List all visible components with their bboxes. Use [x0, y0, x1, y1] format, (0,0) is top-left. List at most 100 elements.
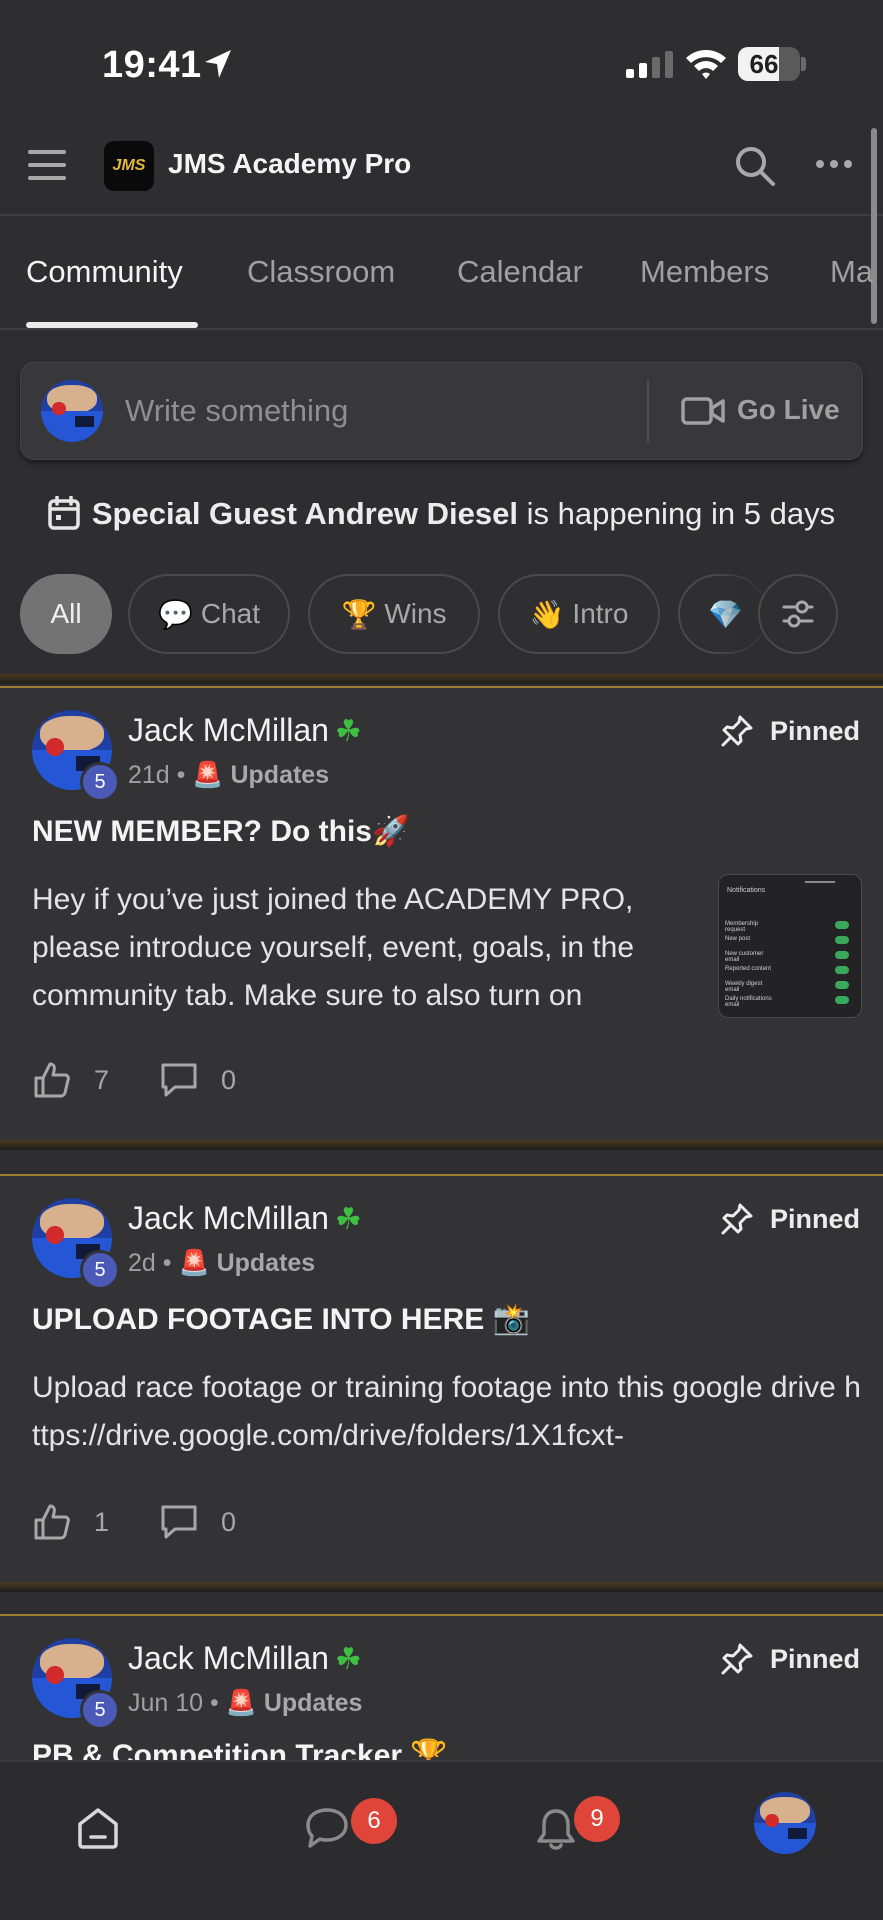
chat-icon[interactable] [304, 1806, 350, 1850]
pin-icon [721, 1643, 753, 1675]
tab-classroom[interactable]: Classroom [247, 254, 395, 290]
go-live-button[interactable]: Go Live [737, 394, 840, 426]
filter-label: Intro [572, 598, 629, 629]
post-meta: 2d • 🚨 Updates [128, 1249, 316, 1277]
author-name[interactable]: Jack McMillan ☘ [128, 712, 362, 749]
bell-icon[interactable] [534, 1806, 578, 1852]
event-name: Special Guest Andrew Diesel [91, 496, 518, 531]
thumbs-up-icon[interactable] [32, 1060, 72, 1100]
wifi-icon [686, 50, 726, 79]
author-name-text: Jack McMillan [128, 1640, 329, 1676]
tab-community[interactable]: Community [26, 254, 183, 290]
filter-all[interactable]: All [20, 574, 112, 654]
filter-label: All [50, 598, 82, 629]
video-camera-icon [681, 397, 725, 425]
pin-icon [721, 715, 753, 747]
thumbs-up-icon[interactable] [32, 1502, 72, 1542]
active-tab-indicator [26, 322, 198, 328]
comment-icon[interactable] [159, 1061, 199, 1099]
app-header: JMS JMS Academy Pro [0, 120, 883, 216]
pin-icon [721, 1203, 753, 1235]
user-avatar [41, 380, 103, 442]
post-thumbnail[interactable]: Notifications Membership request New pos… [718, 874, 862, 1018]
post-card[interactable]: 5 Jack McMillan ☘ Jun 10 • 🚨 Updates Pinn… [0, 1616, 883, 1760]
status-bar: 19:41 66 [0, 0, 883, 120]
write-something-input[interactable]: Write something [125, 393, 348, 429]
author-name-text: Jack McMillan [128, 712, 329, 748]
post-category[interactable]: Updates [264, 1689, 363, 1717]
feed-separator [0, 1582, 883, 1592]
post-card[interactable]: 5 Jack McMillan ☘ 2d • 🚨 Updates Pinned U… [0, 1176, 883, 1582]
post-title[interactable]: NEW MEMBER? Do this🚀 [32, 814, 409, 849]
feed-separator [0, 674, 883, 684]
group-title[interactable]: JMS Academy Pro [168, 148, 411, 180]
calendar-icon [48, 496, 80, 530]
trophy-emoji-icon: 🏆 [341, 598, 377, 630]
post-time: Jun 10 [128, 1689, 204, 1717]
post-card[interactable]: 5 Jack McMillan ☘ 21d • 🚨 Updates Pinned … [0, 688, 883, 1140]
notifications-badge: 9 [574, 1796, 620, 1842]
thumbnail-row: Reported content [725, 966, 855, 974]
thumbnail-row: New post [725, 936, 855, 944]
post-category[interactable]: Updates [217, 1249, 316, 1277]
clover-icon: ☘ [334, 1643, 362, 1676]
filter-wins[interactable]: 🏆 Wins [308, 574, 480, 654]
upcoming-event-banner[interactable]: Special Guest Andrew Diesel is happening… [0, 496, 883, 540]
level-badge: 5 [80, 1250, 120, 1290]
author-name[interactable]: Jack McMillan ☘ [128, 1640, 362, 1677]
clover-icon: ☘ [334, 1203, 362, 1236]
thumbnail-row: Membership request [725, 921, 855, 933]
tab-calendar[interactable]: Calendar [457, 254, 583, 290]
level-badge: 5 [80, 762, 120, 802]
comment-count: 0 [221, 1064, 237, 1095]
sliders-icon [782, 600, 814, 628]
thumbnail-row: Daily notifications email [725, 996, 855, 1008]
composer-divider [647, 379, 649, 443]
post-composer[interactable]: Write something Go Live [20, 362, 863, 460]
location-arrow-icon [205, 50, 231, 78]
thumbnail-heading: Notifications [727, 887, 766, 894]
bottom-navigation: 6 9 [0, 1760, 883, 1920]
post-actions: 1 0 [32, 1502, 286, 1542]
filter-label: Wins [384, 598, 447, 629]
author-name-text: Jack McMillan [128, 1200, 329, 1236]
chat-badge: 6 [351, 1798, 397, 1844]
siren-icon: 🚨 [225, 1689, 257, 1717]
filter-settings-button[interactable] [758, 574, 838, 654]
battery-cap [801, 57, 806, 71]
group-logo[interactable]: JMS [104, 141, 154, 191]
level-badge: 5 [80, 1690, 120, 1730]
tab-members[interactable]: Members [640, 254, 769, 290]
like-count: 1 [94, 1506, 110, 1537]
like-count: 7 [94, 1064, 110, 1095]
pinned-label: Pinned [770, 716, 861, 746]
battery-level: 66 [749, 48, 779, 79]
post-body[interactable]: Upload race footage or training footage … [32, 1364, 862, 1460]
search-icon[interactable] [733, 144, 777, 188]
event-time-text: is happening in 5 days [518, 496, 836, 531]
more-options-icon[interactable] [816, 160, 852, 168]
comment-icon[interactable] [159, 1503, 199, 1541]
post-meta: 21d • 🚨 Updates [128, 761, 330, 789]
feed-separator [0, 1140, 883, 1150]
nav-tabs: Community Classroom Calendar Members Ma [0, 216, 883, 330]
hamburger-menu-icon[interactable] [28, 150, 66, 180]
home-icon[interactable] [76, 1806, 120, 1850]
post-meta: Jun 10 • 🚨 Updates [128, 1689, 363, 1717]
filter-chat[interactable]: 💬 Chat [128, 574, 290, 654]
filter-label: Chat [200, 598, 261, 629]
status-time: 19:41 [102, 44, 202, 86]
tab-map[interactable]: Ma [830, 254, 873, 290]
category-filters: All 💬Chat 🏆Wins 👋Intro 💎 [20, 574, 863, 654]
siren-icon: 🚨 [192, 761, 224, 789]
post-body[interactable]: Hey if you’ve just joined the ACADEMY PR… [32, 876, 692, 1020]
author-name[interactable]: Jack McMillan ☘ [128, 1200, 362, 1237]
post-title[interactable]: PB & Competition Tracker 🏆 [32, 1738, 448, 1760]
pinned-label: Pinned [770, 1204, 861, 1234]
post-category[interactable]: Updates [230, 761, 329, 789]
post-time: 21d [128, 761, 170, 789]
filter-intro[interactable]: 👋 Intro [498, 574, 660, 654]
post-title[interactable]: UPLOAD FOOTAGE INTO HERE 📸 [32, 1302, 530, 1337]
profile-avatar[interactable] [754, 1792, 816, 1854]
post-actions: 7 0 [32, 1060, 286, 1100]
